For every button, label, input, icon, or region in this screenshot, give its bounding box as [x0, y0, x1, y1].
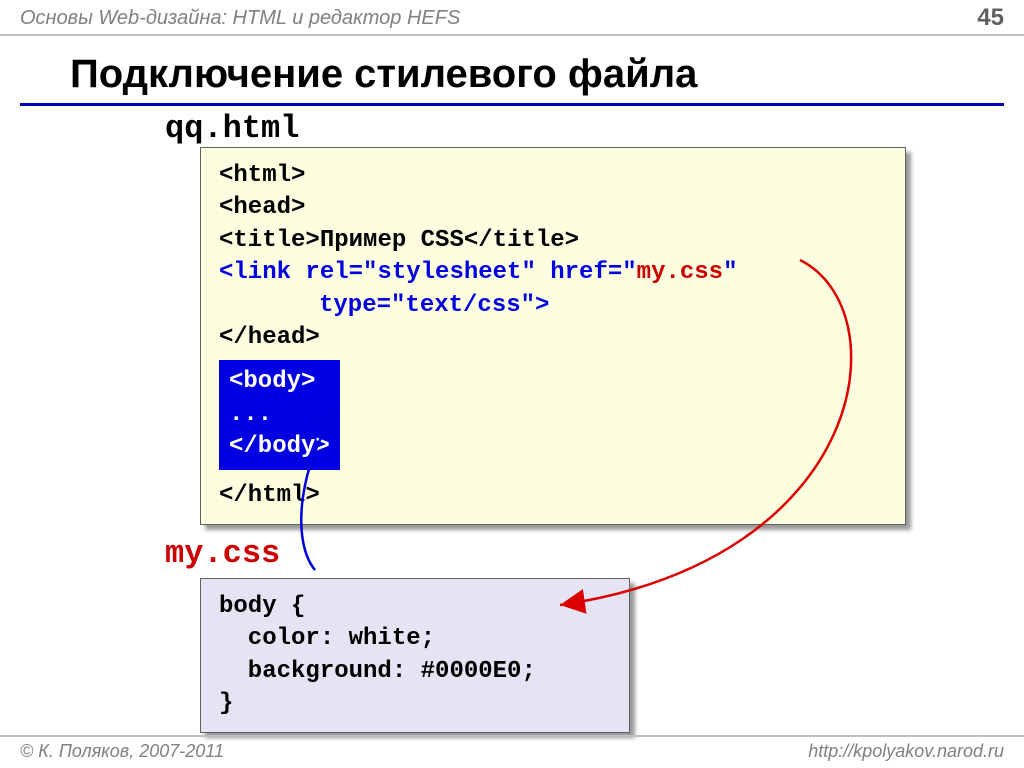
code-line: </head>: [219, 322, 887, 354]
body-highlight-box: <body> ... </body>: [219, 360, 340, 469]
code-line: background: #0000E0;: [219, 656, 611, 688]
slide-footer: © К. Поляков, 2007-2011 http://kpolyakov…: [0, 735, 1024, 768]
body-dots: ...: [229, 399, 330, 431]
css-code-box: body { color: white; background: #0000E0…: [200, 578, 630, 734]
code-line: </html>: [219, 480, 887, 512]
slide-header: Основы Web-дизайна: HTML и редактор HEFS…: [0, 0, 1024, 36]
code-line: <title>Пример CSS</title>: [219, 225, 887, 257]
slide-title: Подключение стилевого файла: [20, 36, 1004, 106]
html-filename: qq.html: [0, 110, 1024, 147]
body-close: </body>: [229, 431, 330, 463]
page-number: 45: [977, 4, 1004, 32]
footer-copyright: © К. Поляков, 2007-2011: [20, 741, 224, 762]
footer-url: http://kpolyakov.narod.ru: [808, 741, 1004, 762]
course-title: Основы Web-дизайна: HTML и редактор HEFS: [20, 7, 460, 30]
code-line: }: [219, 688, 611, 720]
code-line: <html>: [219, 160, 887, 192]
slide-content: qq.html <html> <head> <title>Пример CSS<…: [0, 106, 1024, 733]
code-line: body {: [219, 591, 611, 623]
css-filename: my.css: [0, 535, 1024, 572]
code-line: <head>: [219, 192, 887, 224]
body-open: <body>: [229, 366, 330, 398]
code-line-link: <link rel="stylesheet" href="my.css": [219, 257, 887, 289]
code-line-link2: type="text/css">: [219, 290, 887, 322]
html-code-box: <html> <head> <title>Пример CSS</title> …: [200, 147, 906, 525]
code-line: color: white;: [219, 623, 611, 655]
